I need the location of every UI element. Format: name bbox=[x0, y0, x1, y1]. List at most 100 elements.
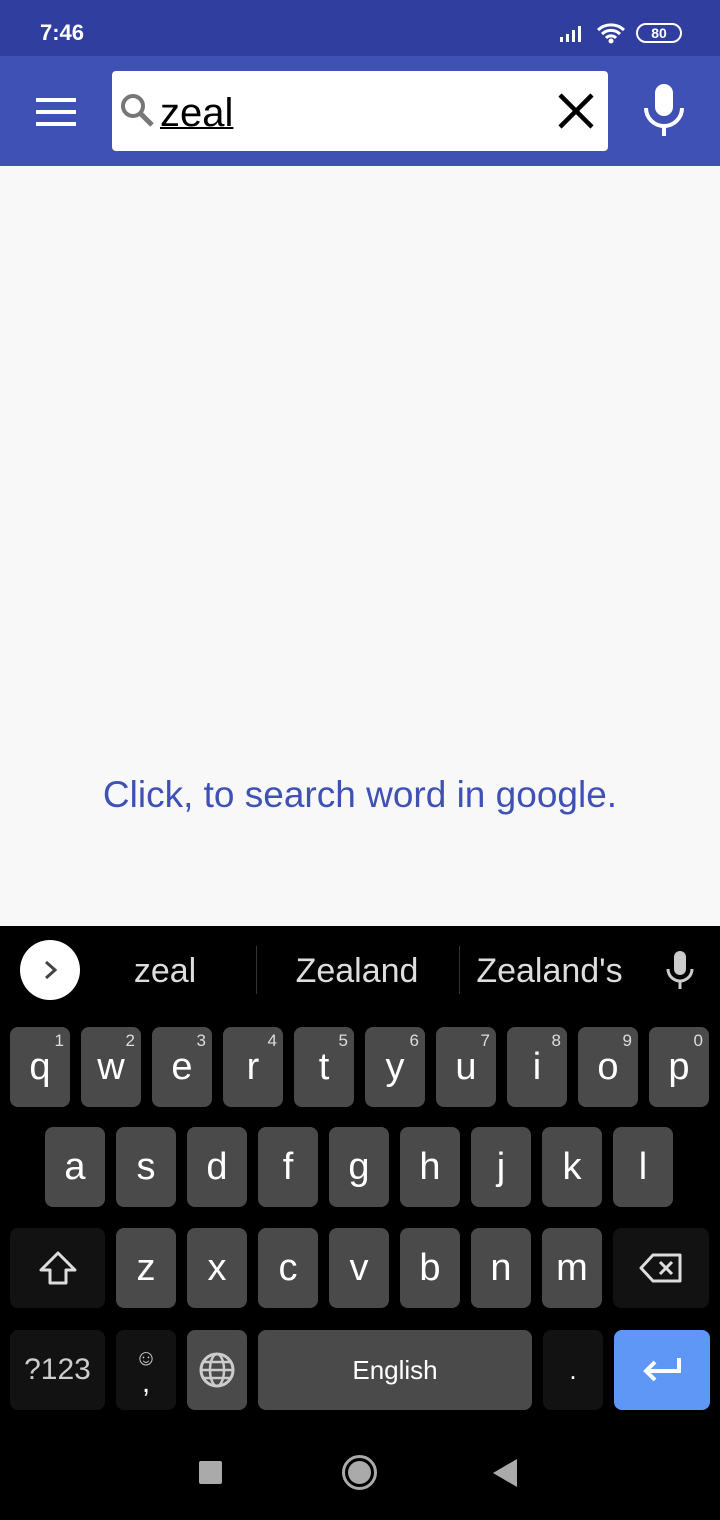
key-o[interactable]: o9 bbox=[578, 1027, 638, 1107]
key-label: b bbox=[419, 1246, 441, 1289]
key-label: p bbox=[668, 1045, 690, 1088]
key-label: j bbox=[496, 1145, 506, 1188]
key-hint: 7 bbox=[480, 1031, 490, 1050]
expand-button[interactable] bbox=[20, 940, 80, 1000]
key-label: s bbox=[136, 1145, 156, 1188]
back-button[interactable] bbox=[493, 1459, 517, 1487]
search-field[interactable]: zeal bbox=[112, 71, 608, 151]
enter-key[interactable] bbox=[614, 1330, 710, 1410]
recents-button[interactable] bbox=[199, 1461, 222, 1484]
key-z[interactable]: z bbox=[116, 1228, 176, 1308]
key-d[interactable]: d bbox=[187, 1127, 247, 1207]
keyboard: zeal Zealand Zealand's q1w2e3r4t5y6u7i8o… bbox=[0, 926, 720, 1520]
key-q[interactable]: q1 bbox=[10, 1027, 70, 1107]
symbols-key[interactable]: ?123 bbox=[10, 1330, 105, 1410]
signal-icon bbox=[560, 26, 581, 42]
suggestion-1[interactable]: zeal bbox=[95, 952, 235, 991]
key-k[interactable]: k bbox=[542, 1127, 602, 1207]
key-f[interactable]: f bbox=[258, 1127, 318, 1207]
key-label: u bbox=[455, 1045, 477, 1088]
clear-icon[interactable] bbox=[554, 89, 598, 133]
key-u[interactable]: u7 bbox=[436, 1027, 496, 1107]
key-label: f bbox=[282, 1145, 294, 1188]
status-bar: 7:46 80 bbox=[0, 0, 720, 56]
comma-key[interactable]: ☺, bbox=[116, 1330, 176, 1410]
key-label: i bbox=[532, 1045, 542, 1088]
key-b[interactable]: b bbox=[400, 1228, 460, 1308]
key-l[interactable]: l bbox=[613, 1127, 673, 1207]
search-input[interactable]: zeal bbox=[160, 91, 233, 136]
key-label: t bbox=[318, 1045, 330, 1088]
navigation-bar bbox=[0, 1446, 720, 1520]
key-n[interactable]: n bbox=[471, 1228, 531, 1308]
key-h[interactable]: h bbox=[400, 1127, 460, 1207]
key-hint: 6 bbox=[409, 1031, 419, 1050]
shift-key[interactable] bbox=[10, 1228, 105, 1308]
content-area: Click, to search word in google. bbox=[0, 166, 720, 926]
key-hint: 9 bbox=[622, 1031, 632, 1050]
suggestion-3[interactable]: Zealand's bbox=[462, 952, 637, 991]
key-i[interactable]: i8 bbox=[507, 1027, 567, 1107]
key-label: e bbox=[171, 1045, 193, 1088]
key-y[interactable]: y6 bbox=[365, 1027, 425, 1107]
shift-icon bbox=[39, 1251, 76, 1285]
chevron-right-icon bbox=[45, 960, 58, 980]
language-key[interactable] bbox=[187, 1330, 247, 1410]
key-w[interactable]: w2 bbox=[81, 1027, 141, 1107]
key-label: d bbox=[206, 1145, 228, 1188]
key-label: w bbox=[97, 1045, 125, 1088]
menu-icon[interactable] bbox=[36, 98, 76, 126]
key-a[interactable]: a bbox=[45, 1127, 105, 1207]
key-label: g bbox=[348, 1145, 370, 1188]
globe-icon bbox=[199, 1352, 235, 1388]
key-label: m bbox=[556, 1246, 588, 1289]
key-v[interactable]: v bbox=[329, 1228, 389, 1308]
key-label: q bbox=[29, 1045, 51, 1088]
key-j[interactable]: j bbox=[471, 1127, 531, 1207]
key-hint: 1 bbox=[54, 1031, 64, 1050]
key-g[interactable]: g bbox=[329, 1127, 389, 1207]
microphone-icon[interactable] bbox=[642, 82, 686, 138]
key-hint: 0 bbox=[693, 1031, 703, 1050]
app-bar: zeal bbox=[0, 56, 720, 166]
key-label: c bbox=[278, 1246, 298, 1289]
wifi-icon bbox=[596, 23, 626, 44]
key-c[interactable]: c bbox=[258, 1228, 318, 1308]
google-search-link[interactable]: Click, to search word in google. bbox=[0, 774, 720, 816]
backspace-icon bbox=[639, 1253, 682, 1283]
enter-icon bbox=[643, 1358, 681, 1382]
suggestion-2[interactable]: Zealand bbox=[262, 952, 452, 991]
key-label: o bbox=[597, 1045, 619, 1088]
key-hint: 5 bbox=[338, 1031, 348, 1050]
key-r[interactable]: r4 bbox=[223, 1027, 283, 1107]
key-label: l bbox=[638, 1145, 648, 1188]
key-s[interactable]: s bbox=[116, 1127, 176, 1207]
key-label: x bbox=[207, 1246, 227, 1289]
voice-input-icon[interactable] bbox=[665, 950, 695, 990]
key-label: k bbox=[562, 1145, 582, 1188]
key-hint: 3 bbox=[196, 1031, 206, 1050]
key-label: r bbox=[246, 1045, 260, 1088]
key-label: v bbox=[349, 1246, 369, 1289]
key-label: n bbox=[490, 1246, 512, 1289]
suggestion-bar: zeal Zealand Zealand's bbox=[0, 926, 720, 1018]
key-label: h bbox=[419, 1145, 441, 1188]
key-label: y bbox=[385, 1045, 405, 1088]
key-hint: 8 bbox=[551, 1031, 561, 1050]
key-hint: 2 bbox=[125, 1031, 135, 1050]
key-t[interactable]: t5 bbox=[294, 1027, 354, 1107]
key-x[interactable]: x bbox=[187, 1228, 247, 1308]
search-icon bbox=[121, 94, 154, 127]
period-key[interactable]: . bbox=[543, 1330, 603, 1410]
key-hint: 4 bbox=[267, 1031, 277, 1050]
space-key[interactable]: English bbox=[258, 1330, 532, 1410]
clock: 7:46 bbox=[40, 20, 85, 45]
key-e[interactable]: e3 bbox=[152, 1027, 212, 1107]
backspace-key[interactable] bbox=[613, 1228, 709, 1308]
key-p[interactable]: p0 bbox=[649, 1027, 709, 1107]
key-m[interactable]: m bbox=[542, 1228, 602, 1308]
key-label: a bbox=[64, 1145, 86, 1188]
home-button[interactable] bbox=[342, 1455, 377, 1490]
battery-indicator: 80 bbox=[636, 23, 682, 43]
key-label: z bbox=[136, 1246, 156, 1289]
